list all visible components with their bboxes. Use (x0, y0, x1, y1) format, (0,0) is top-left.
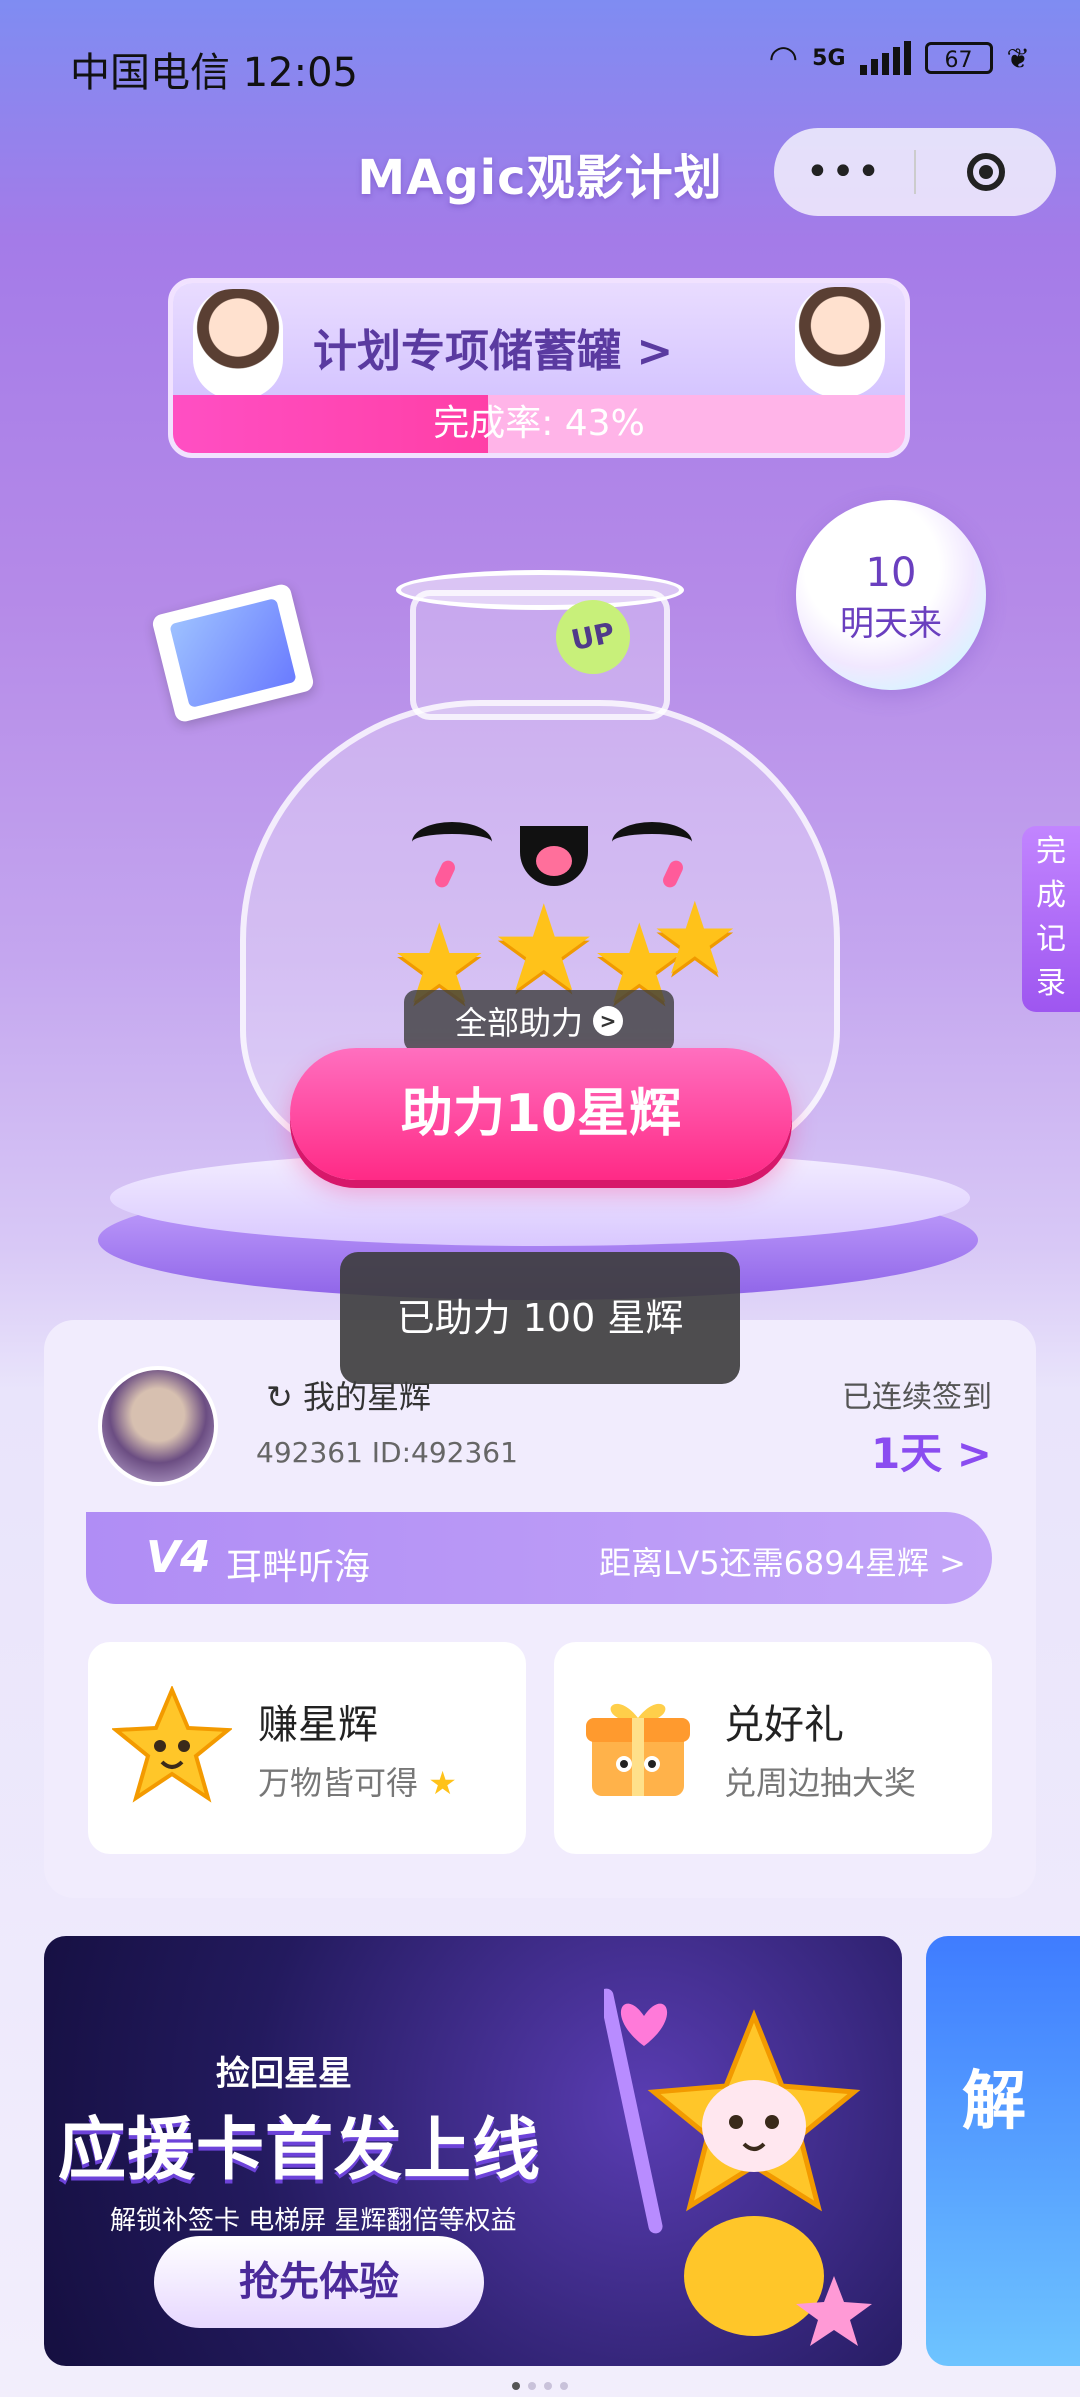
star-icon: ★ (650, 880, 740, 997)
star-icon: ★ (428, 1764, 457, 1802)
redeem-gifts-tile[interactable]: 兑好礼 兑周边抽大奖 (554, 1642, 992, 1854)
sticker-card[interactable] (150, 582, 316, 724)
level-name: 耳畔听海 (226, 1547, 371, 1588)
avatar-left-icon (193, 289, 283, 399)
help-all-button[interactable]: 全部助力 > (404, 990, 674, 1052)
chevron-right-icon: > (636, 326, 674, 377)
pager-dot-active (512, 2382, 520, 2390)
completion-rate-label: 完成率: 43% (433, 403, 645, 444)
tile-subtitle: 兑周边抽大奖 (724, 1764, 917, 1802)
banner-title: 计划专项储蓄罐 > (313, 315, 673, 379)
user-id: 492361 ID:492361 (256, 1436, 518, 1469)
star-mascot-icon (599, 1976, 874, 2346)
tile-title: 兑好礼 (724, 1702, 844, 1748)
plan-banner[interactable]: 计划专项储蓄罐 > 完成率: 43% (168, 278, 910, 458)
target-icon (967, 153, 1005, 191)
side-tab-label: 完成记录 (1036, 834, 1066, 1001)
help-stars-button[interactable]: 助力10星辉 (290, 1048, 792, 1180)
next-promo-text: 解 (962, 2065, 1026, 2139)
wifi-icon: ◠ (768, 38, 799, 78)
next-promo-banner[interactable]: 解 (926, 1936, 1080, 2366)
leaf-icon: ❦ (1006, 41, 1030, 75)
carousel-pager (0, 2382, 1080, 2390)
network-label: 5G (812, 45, 846, 71)
jar-lid (396, 570, 684, 610)
tomorrow-bubble[interactable]: 10 明天来 (796, 500, 986, 690)
user-avatar[interactable] (98, 1366, 218, 1486)
tile-subtitle-text: 万物皆可得 (258, 1764, 419, 1802)
close-miniprogram-button[interactable] (916, 153, 1056, 191)
avatar-right-icon (795, 287, 885, 397)
status-icons: ◠ 5G 67 ❦ (768, 38, 1030, 78)
promo-subtitle: 解锁补签卡 电梯屏 星辉翻倍等权益 (110, 2206, 517, 2236)
promo-kicker: 捡回星星 (216, 2054, 352, 2094)
promo-title: 应援卡首发上线 (58, 2111, 542, 2190)
right-eye-icon (612, 822, 692, 862)
left-eye-icon (412, 822, 492, 862)
checkin-label: 已连续签到 (842, 1380, 992, 1415)
toast-message: 已助力 100 星辉 (340, 1252, 740, 1384)
tile-subtitle: 万物皆可得 ★ (258, 1758, 457, 1804)
status-carrier-time: 中国电信 12:05 (70, 50, 358, 96)
star-mascot-icon (110, 1684, 234, 1806)
try-now-button[interactable]: 抢先体验 (154, 2236, 484, 2328)
gift-box-icon (578, 1686, 698, 1806)
bubble-count: 10 (865, 550, 917, 596)
refresh-icon: ↻ (266, 1378, 293, 1416)
miniprogram-capsule: ••• (774, 128, 1056, 216)
pager-dot (528, 2382, 536, 2390)
checkin-days-link[interactable]: 1天 > (871, 1420, 992, 1481)
more-menu-button[interactable]: ••• (774, 149, 914, 195)
level-bar[interactable]: V4 耳畔听海 距离LV5还需6894星辉 > (86, 1512, 992, 1604)
chevron-right-icon: > (593, 1006, 623, 1036)
promo-banner[interactable]: 捡回星星 应援卡首发上线 解锁补签卡 电梯屏 星辉翻倍等权益 抢先体验 (44, 1936, 902, 2366)
tile-title: 赚星辉 (258, 1702, 378, 1748)
earn-stars-tile[interactable]: 赚星辉 万物皆可得 ★ (88, 1642, 526, 1854)
banner-title-text: 计划专项储蓄罐 (313, 326, 621, 377)
completion-records-tab[interactable]: 完成记录 (1022, 826, 1080, 1012)
level-tag: V4 (146, 1532, 211, 1583)
pager-dot (560, 2382, 568, 2390)
level-next-text: 距离LV5还需6894星辉 > (599, 1544, 966, 1582)
completion-progress-bar: 完成率: 43% (173, 395, 905, 453)
battery-indicator: 67 (924, 42, 993, 74)
bubble-label: 明天来 (840, 604, 942, 644)
signal-icon (859, 41, 911, 75)
help-all-label: 全部助力 (454, 1004, 583, 1042)
pager-dot (544, 2382, 552, 2390)
